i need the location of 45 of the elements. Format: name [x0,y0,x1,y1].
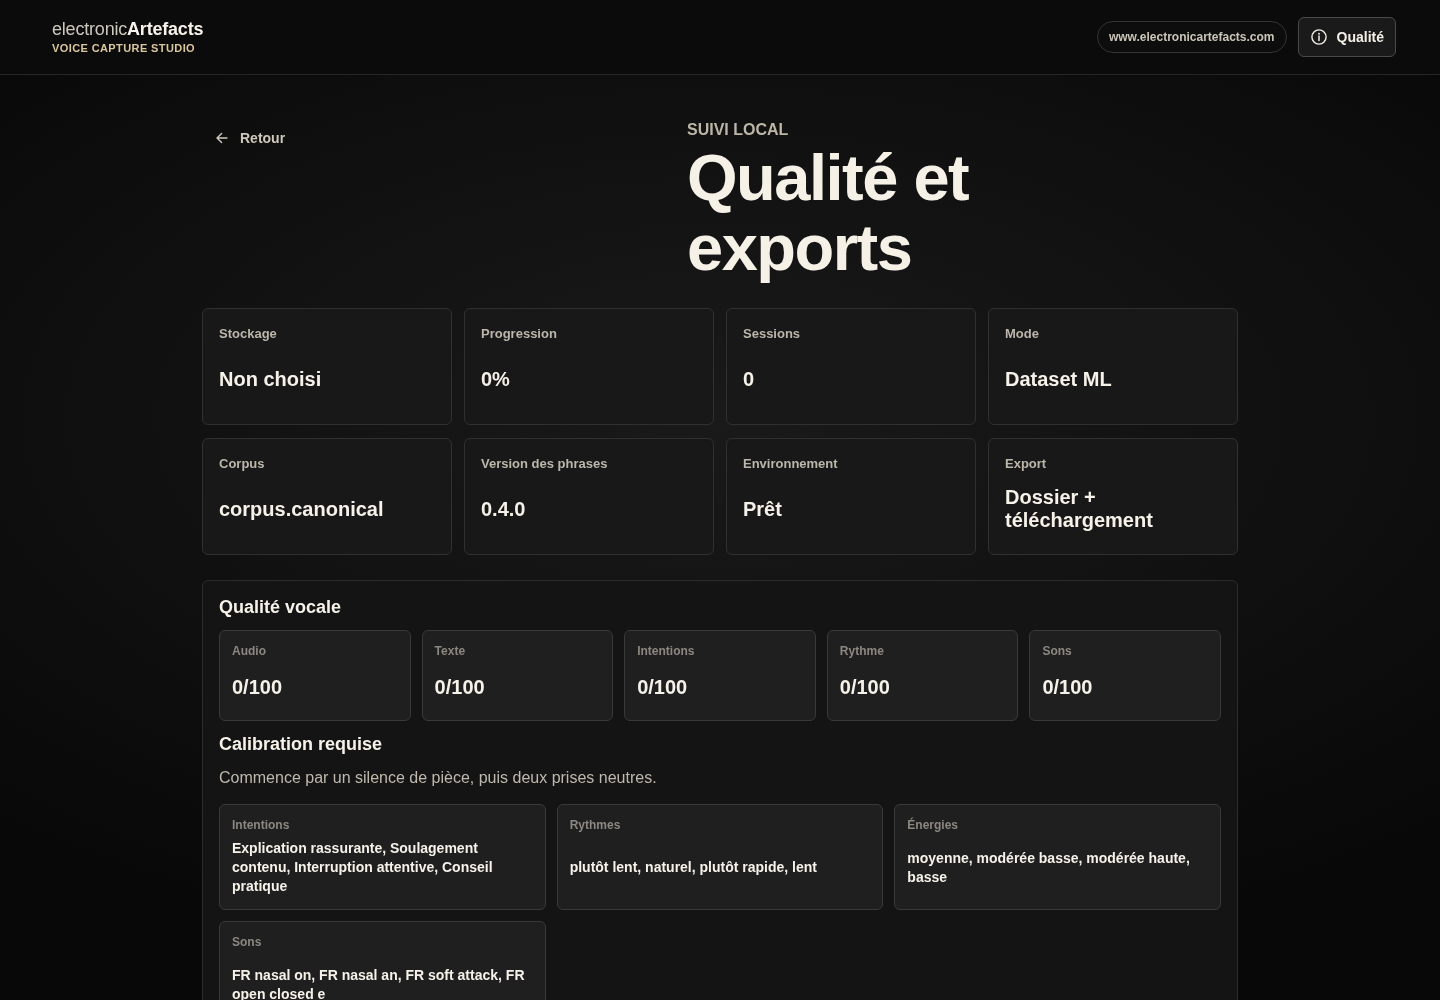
logo-text[interactable]: electronicArtefacts [52,19,204,39]
stat-value: Non choisi [219,367,322,391]
back-link[interactable]: Retour [216,130,286,146]
stat-value: Dataset ML [1005,367,1112,391]
page-title: Qualité et exports [687,143,970,283]
panel-title: Qualité vocale [219,596,343,618]
detail-value: Explication rassurante, Soulagement contenu, Interruption attentive, Conseil pratique [232,839,494,896]
tagline: VOICE CAPTURE STUDIO [52,42,197,55]
score-value: 0/100 [637,675,689,699]
score-value: 0/100 [1042,675,1094,699]
detail-label: Rythmes [569,817,622,833]
stat-value: 0% [481,367,510,391]
score-value: 0/100 [232,675,284,699]
section-title: Calibration requise [219,733,384,755]
info-icon [1310,29,1327,45]
score-label: Texte [434,643,467,659]
score-value: 0/100 [434,675,486,699]
stat-value: corpus.canonical [219,497,384,521]
score-label: Rythme [839,643,885,659]
arrow-left-icon [216,132,228,144]
stat-label: Version des phrases [481,456,609,472]
stat-value: Prêt [743,497,782,521]
stat-value: 0.4.0 [481,497,526,521]
detail-label: Sons [232,934,263,950]
score-label: Audio [232,643,267,659]
stat-label: Sessions [743,326,802,342]
score-value: 0/100 [839,675,891,699]
detail-label: Énergies [907,817,960,833]
detail-label: Intentions [232,817,291,833]
quality-button[interactable]: Qualité [1297,17,1396,57]
score-label: Sons [1042,643,1073,659]
website-link[interactable]: www.electronicartefacts.com [1096,21,1287,53]
eyebrow-label: SUIVI LOCAL [687,121,790,139]
stat-label: Stockage [219,326,278,342]
stat-label: Export [1005,456,1048,472]
calibration-text: Commence par un silence de pièce, puis deux prises neutres. [219,768,658,788]
stat-value: Dossier + téléchargement [1005,486,1154,532]
score-label: Intentions [637,643,696,659]
stat-label: Progression [481,326,558,342]
stat-value: 0 [743,367,755,391]
stat-label: Mode [1005,326,1040,342]
stat-label: Environnement [743,456,839,472]
detail-value: moyenne, modérée basse, modérée haute, basse [907,848,1191,887]
detail-value: plutôt lent, naturel, plutôt rapide, lent [569,858,817,877]
stat-label: Corpus [219,456,266,472]
